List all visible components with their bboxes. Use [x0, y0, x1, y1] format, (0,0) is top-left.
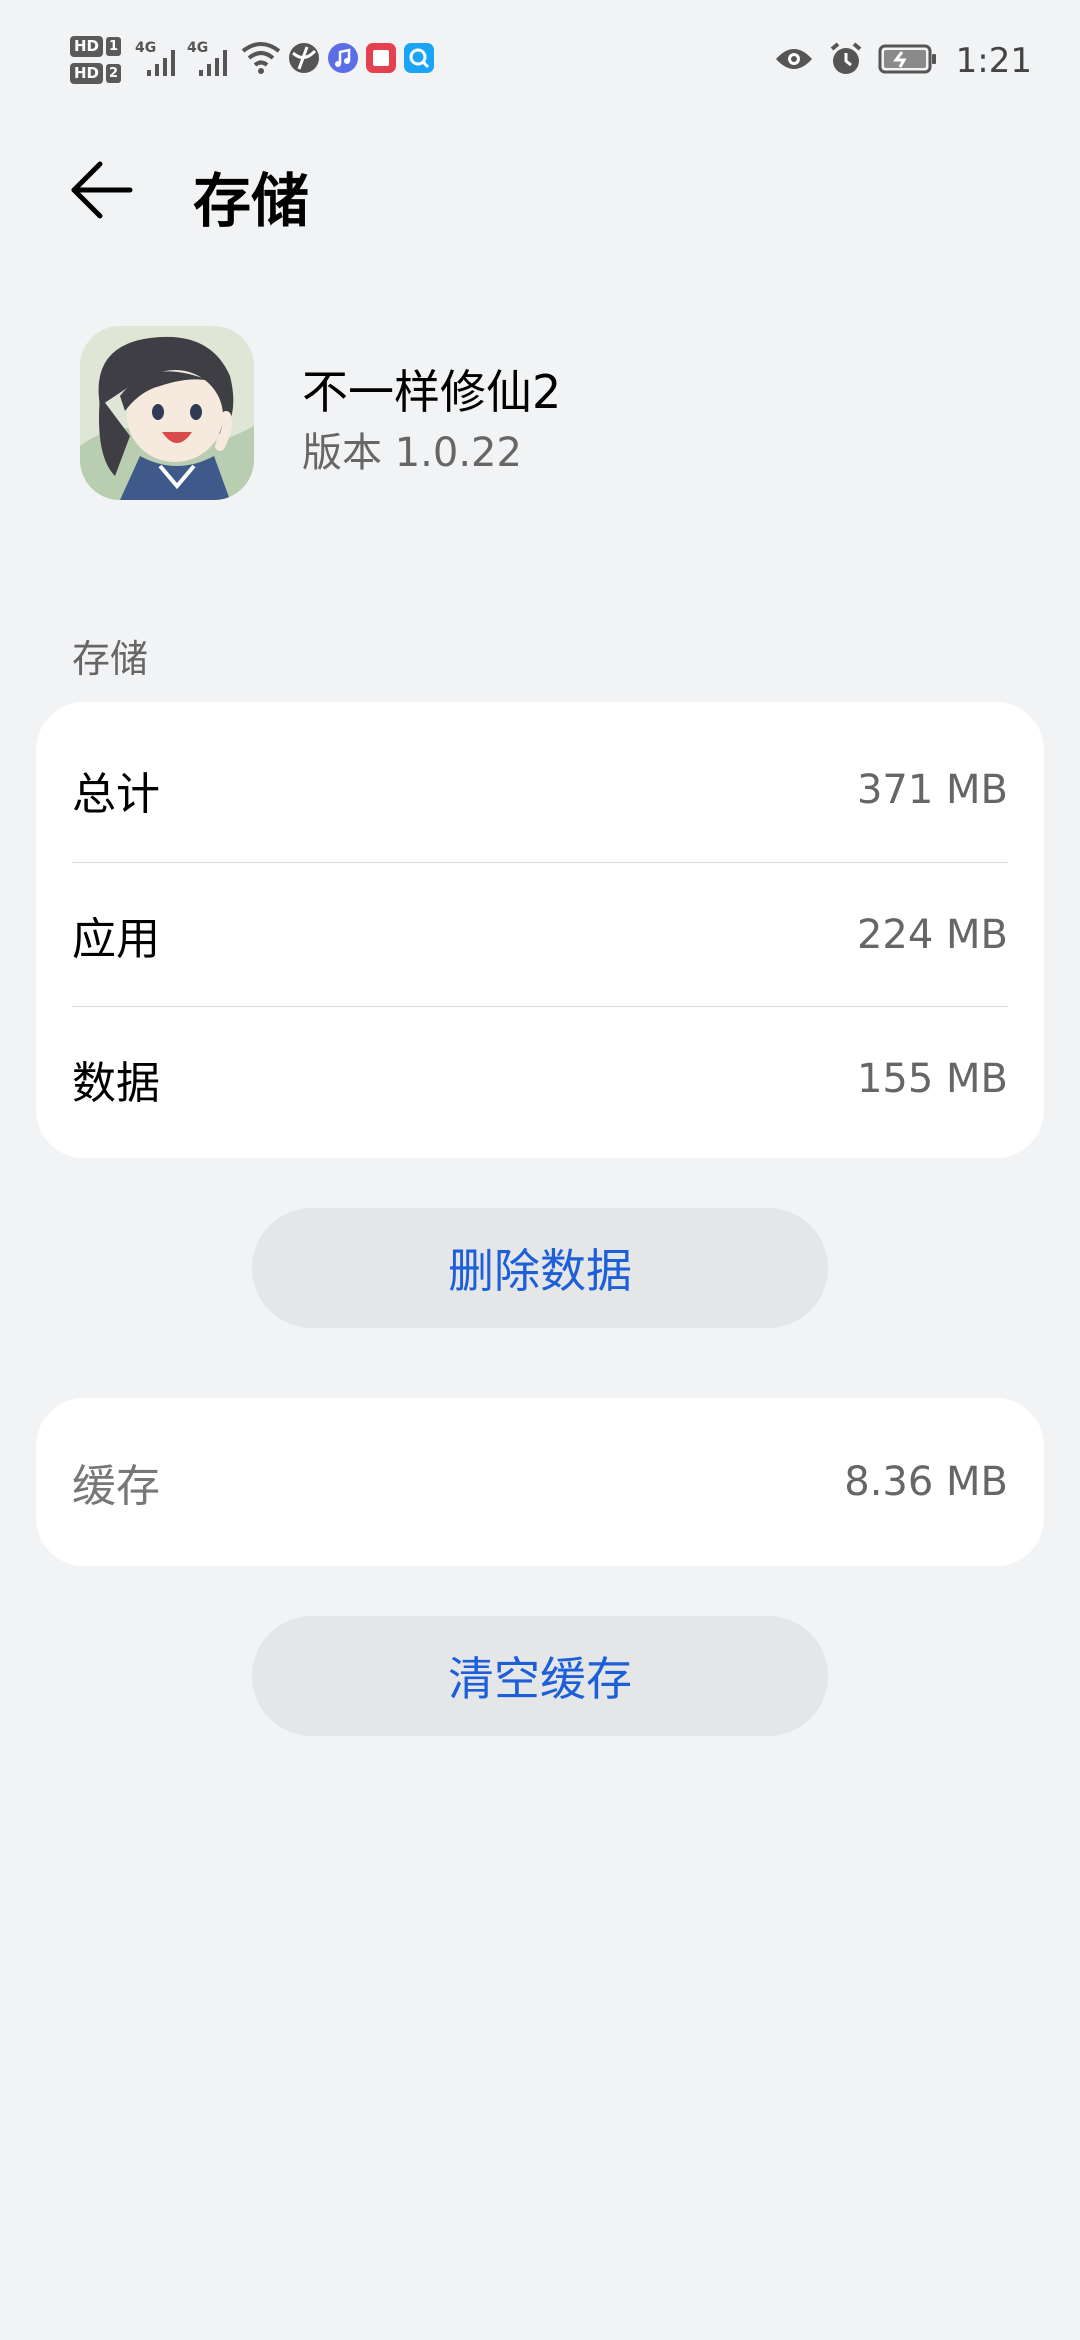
- row-value: 155 MB: [856, 1056, 1008, 1102]
- row-value: 371 MB: [856, 767, 1008, 813]
- storage-row-data: 数据 155 MB: [72, 1007, 1008, 1151]
- title-bar: 存储: [0, 140, 1080, 240]
- app-version: 版本 1.0.22: [302, 430, 522, 476]
- sim2-indicator: HD 2: [70, 63, 122, 84]
- app-info: 不一样修仙2 版本 1.0.22: [80, 326, 1000, 506]
- status-bar: HD 1 HD 2 4G 4G 1:21: [0, 0, 1080, 124]
- signal-icon-1: 4G: [135, 40, 183, 80]
- row-label: 应用: [72, 914, 160, 965]
- battery-icon: [878, 43, 938, 79]
- clock: 1:21: [955, 41, 1032, 81]
- app-icon: [80, 326, 254, 500]
- music-icon: [327, 42, 359, 78]
- back-button[interactable]: [66, 158, 146, 222]
- alarm-icon: [828, 41, 864, 81]
- hd-badge-2: HD: [70, 63, 104, 84]
- row-label: 数据: [72, 1058, 160, 1109]
- status-left: HD 1 HD 2 4G 4G: [70, 30, 435, 90]
- storage-row-total: 总计 371 MB: [72, 718, 1008, 862]
- clear-cache-button[interactable]: 清空缓存: [252, 1616, 828, 1736]
- row-label: 总计: [72, 769, 160, 820]
- sim1-indicator: HD 1: [70, 36, 122, 57]
- page-title: 存储: [193, 167, 310, 235]
- hd-badge-1: HD: [70, 36, 104, 57]
- vpn-icon: [287, 41, 321, 79]
- cache-value: 8.36 MB: [844, 1459, 1008, 1505]
- storage-section-label: 存储: [72, 637, 149, 681]
- cache-label: 缓存: [72, 1461, 160, 1512]
- search-app-icon: [403, 42, 435, 78]
- back-arrow-icon: [71, 161, 133, 219]
- wifi-icon: [241, 41, 281, 79]
- sim-indicators: HD 1 HD 2: [70, 36, 122, 84]
- eye-icon: [774, 45, 814, 77]
- book-icon: [365, 42, 397, 78]
- cache-row: 缓存 8.36 MB: [72, 1410, 1008, 1554]
- sim-number-1: 1: [106, 37, 122, 56]
- row-value: 224 MB: [856, 912, 1008, 958]
- storage-card: 总计 371 MB 应用 224 MB 数据 155 MB: [36, 702, 1044, 1158]
- storage-row-app: 应用 224 MB: [72, 863, 1008, 1007]
- sim-number-2: 2: [106, 64, 122, 83]
- app-name: 不一样修仙2: [302, 365, 562, 419]
- delete-data-button[interactable]: 删除数据: [252, 1208, 828, 1328]
- status-right: 1:21: [774, 36, 1032, 86]
- cache-card: 缓存 8.36 MB: [36, 1398, 1044, 1566]
- signal-icon-2: 4G: [187, 40, 235, 80]
